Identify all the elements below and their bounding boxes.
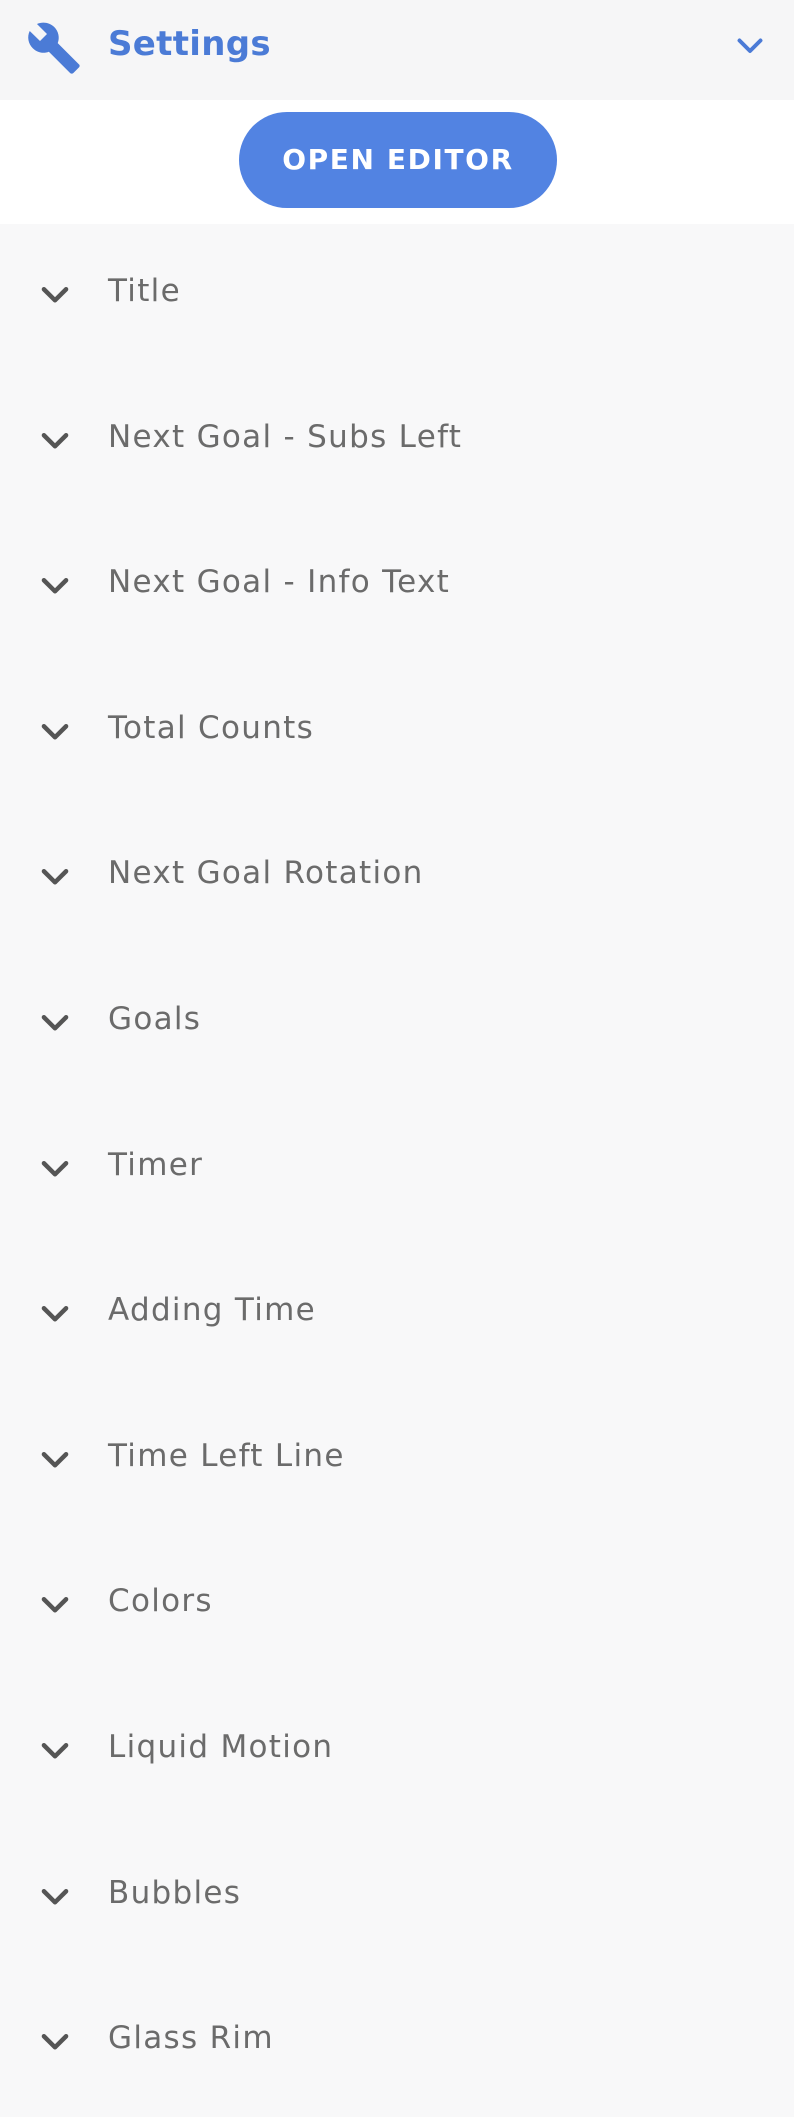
chevron-down-icon xyxy=(41,1451,69,1468)
settings-header[interactable]: Settings xyxy=(0,0,794,100)
chevron-down-icon xyxy=(41,1306,69,1322)
chevron-down-icon[interactable] xyxy=(732,27,768,63)
section-label: Goals xyxy=(108,1000,202,1037)
section-label: Adding Time xyxy=(108,1292,316,1329)
section-glass-rim[interactable]: Glass Rim xyxy=(0,1971,794,2117)
section-time-left-line[interactable]: Time Left Line xyxy=(0,1389,794,1535)
section-label: Timer xyxy=(108,1146,204,1183)
section-adding-time[interactable]: Adding Time xyxy=(0,1243,794,1389)
section-goals[interactable]: Goals xyxy=(0,952,794,1098)
section-list: Title Next Goal - Subs Left Next Goal - … xyxy=(0,224,794,2117)
section-next-goal-rotation[interactable]: Next Goal Rotation xyxy=(0,806,794,952)
settings-panel: Settings OPEN EDITOR Title Next Goal - S… xyxy=(0,0,794,2087)
chevron-down-icon xyxy=(41,2034,69,2050)
section-liquid-motion[interactable]: Liquid Motion xyxy=(0,1680,794,1826)
section-label: Liquid Motion xyxy=(108,1728,334,1765)
wrench-icon xyxy=(28,22,80,74)
open-editor-button[interactable]: OPEN EDITOR xyxy=(239,112,557,208)
chevron-down-icon xyxy=(41,1160,69,1177)
section-colors[interactable]: Colors xyxy=(0,1534,794,1680)
chevron-down-icon xyxy=(41,1597,69,1613)
section-label: Next Goal - Subs Left xyxy=(108,418,463,455)
chevron-down-icon xyxy=(41,723,69,740)
section-next-goal-subs-left[interactable]: Next Goal - Subs Left xyxy=(0,370,794,516)
section-total-counts[interactable]: Total Counts xyxy=(0,661,794,807)
chevron-down-icon xyxy=(41,869,69,885)
section-timer[interactable]: Timer xyxy=(0,1098,794,1244)
section-title[interactable]: Title xyxy=(0,224,794,370)
chevron-down-icon xyxy=(41,432,69,449)
section-label: Glass Rim xyxy=(108,2020,274,2057)
chevron-down-icon xyxy=(41,578,69,594)
section-label: Colors xyxy=(108,1583,213,1620)
chevron-down-icon xyxy=(41,1015,69,1031)
section-label: Next Goal - Info Text xyxy=(108,564,451,601)
editor-band: OPEN EDITOR xyxy=(0,100,794,224)
section-label: Next Goal Rotation xyxy=(108,855,424,892)
section-label: Bubbles xyxy=(108,1874,242,1911)
section-label: Time Left Line xyxy=(108,1437,345,1474)
chevron-down-icon xyxy=(41,1888,69,1905)
chevron-down-icon xyxy=(41,1742,69,1759)
section-bubbles[interactable]: Bubbles xyxy=(0,1826,794,1972)
section-label: Title xyxy=(108,273,181,309)
chevron-down-icon xyxy=(41,287,69,303)
section-next-goal-info-text[interactable]: Next Goal - Info Text xyxy=(0,515,794,661)
settings-title: Settings xyxy=(108,24,271,64)
section-label: Total Counts xyxy=(108,709,315,746)
